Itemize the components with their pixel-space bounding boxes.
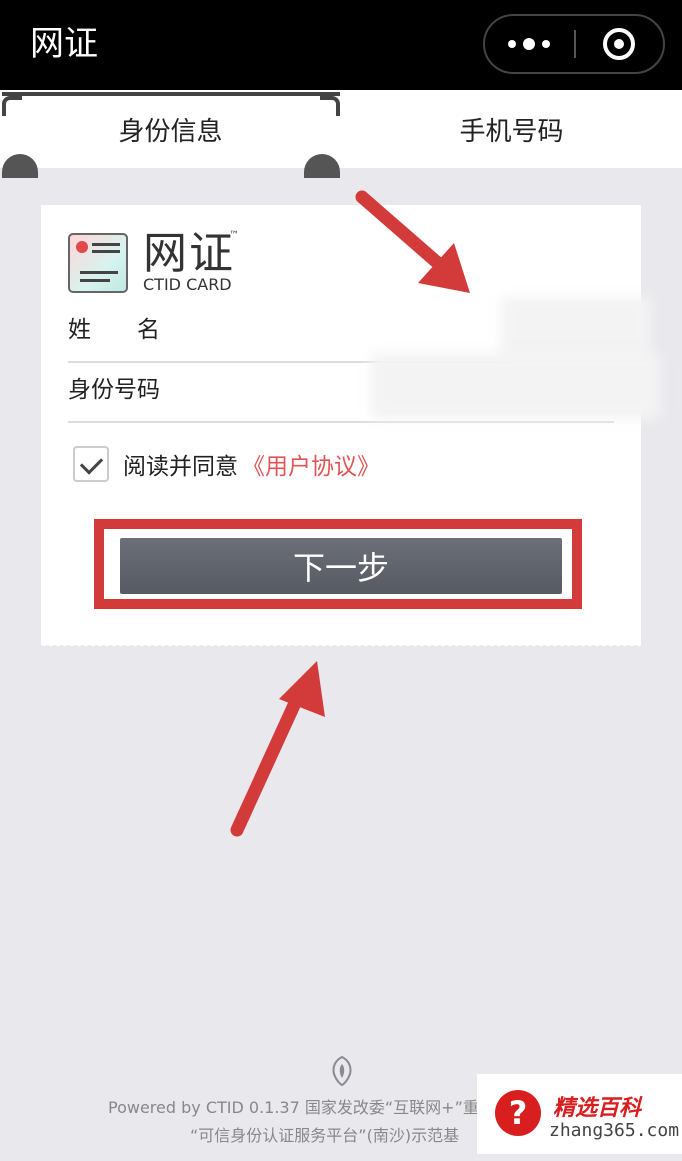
card-line xyxy=(92,250,120,253)
footer-platform: “可信身份认证服务平台”(南沙)示范基 xyxy=(190,1126,460,1145)
user-agreement-link[interactable]: 《用户协议》 xyxy=(242,447,380,481)
brand-name: 网证 xyxy=(143,228,235,279)
site-watermark: ? 精选百科 zhang365.com xyxy=(477,1074,682,1154)
watermark-title: 精选百科 xyxy=(553,1096,642,1121)
trademark-mark: ™ xyxy=(229,230,239,241)
watermark-url: zhang365.com xyxy=(549,1120,680,1141)
more-dot-icon xyxy=(542,40,550,48)
redacted-id-value xyxy=(371,353,661,419)
tab-phone-number[interactable]: 手机号码 xyxy=(341,90,682,168)
arrow-annotation-up xyxy=(230,661,325,837)
card-chip-dot xyxy=(76,241,88,253)
next-step-button[interactable]: 下一步 xyxy=(120,538,562,594)
card-line xyxy=(80,271,118,274)
close-circle-icon[interactable] xyxy=(603,28,635,60)
more-dot-icon xyxy=(523,38,535,50)
page-title: 网证 xyxy=(30,24,98,64)
ctid-shield-icon xyxy=(332,1056,352,1086)
card-line xyxy=(80,279,110,282)
agree-checkbox[interactable] xyxy=(73,446,109,482)
question-badge-icon: ? xyxy=(495,1090,541,1136)
brand-subtitle: CTID CARD xyxy=(143,275,232,294)
more-dot-icon xyxy=(508,40,516,48)
navigation-bar: 网证 xyxy=(0,0,682,90)
more-menu-button[interactable] xyxy=(485,16,573,72)
agree-text: 阅读并同意 xyxy=(123,454,238,480)
identity-form-card: 网证 ™ CTID CARD 姓 名 身份号码 阅读并同意 《用户协议》 下一步 xyxy=(41,205,661,649)
agreement-row: 阅读并同意 《用户协议》 xyxy=(73,445,380,483)
card-line xyxy=(92,243,120,246)
arrow-annotation-down xyxy=(355,190,470,293)
capsule-divider xyxy=(574,30,576,58)
id-card-icon xyxy=(68,233,128,293)
footer-powered-by: Powered by CTID 0.1.37 国家发改委“互联网+”重 xyxy=(108,1098,479,1117)
id-number-label: 身份号码 xyxy=(68,377,160,403)
name-label: 姓 名 xyxy=(68,317,160,343)
tab-identity-info[interactable]: 身份信息 xyxy=(0,90,341,168)
tab-bar: 身份信息 手机号码 xyxy=(0,90,682,178)
mini-program-capsule xyxy=(483,14,665,74)
